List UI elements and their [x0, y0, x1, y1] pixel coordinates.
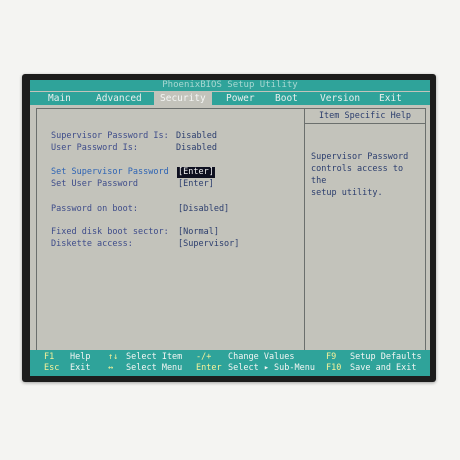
- key-legend-footer: F1 Help ↑↓ Select Item -/+ Change Values…: [30, 350, 430, 376]
- up-down-arrows-icon: ↑↓: [108, 352, 119, 362]
- menu-bar: Main Advanced Security Power Boot Versio…: [30, 92, 430, 105]
- tab-exit[interactable]: Exit: [379, 92, 402, 105]
- set-user-password-label[interactable]: Set User Password: [51, 179, 138, 190]
- password-on-boot-value[interactable]: [Disabled]: [178, 204, 229, 215]
- esc-key: Esc: [44, 363, 60, 373]
- f10-key: F10: [326, 363, 342, 373]
- updown-desc: Select Item: [126, 352, 183, 362]
- user-password-status-value: Disabled: [176, 143, 217, 153]
- leftright-desc: Select Menu: [126, 363, 183, 373]
- f1-desc: Help: [70, 352, 91, 362]
- plusminus-desc: Change Values: [228, 352, 295, 362]
- enter-key: Enter: [196, 363, 222, 373]
- f9-desc: Setup Defaults: [350, 352, 422, 362]
- enter-desc: Select ▸ Sub-Menu: [228, 363, 315, 373]
- tab-main[interactable]: Main: [48, 92, 71, 105]
- fixed-disk-boot-sector-value[interactable]: [Normal]: [178, 227, 219, 238]
- tab-power[interactable]: Power: [226, 92, 255, 105]
- tab-boot[interactable]: Boot: [275, 92, 298, 105]
- tab-security[interactable]: Security: [154, 92, 212, 105]
- password-on-boot-label[interactable]: Password on boot:: [51, 204, 138, 215]
- plus-minus-key: -/+: [196, 352, 212, 362]
- diskette-access-label[interactable]: Diskette access:: [51, 239, 133, 250]
- f1-key: F1: [44, 352, 55, 362]
- item-specific-help-text: Supervisor Password controls access to t…: [311, 152, 409, 198]
- bios-title: PhoenixBIOS Setup Utility: [30, 80, 430, 91]
- f10-desc: Save and Exit: [350, 363, 417, 373]
- tab-advanced[interactable]: Advanced: [96, 92, 142, 105]
- fixed-disk-boot-sector-label[interactable]: Fixed disk boot sector:: [51, 227, 169, 238]
- bios-screen: PhoenixBIOS Setup Utility Main Advanced …: [30, 80, 430, 376]
- supervisor-password-status-value: Disabled: [176, 131, 217, 141]
- left-right-arrows-icon: ↔: [108, 363, 114, 373]
- esc-desc: Exit: [70, 363, 91, 373]
- set-user-password-value[interactable]: [Enter]: [178, 179, 214, 190]
- set-supervisor-password-value[interactable]: [Enter]: [177, 167, 215, 178]
- settings-panel: Supervisor Password Is: Disabled User Pa…: [36, 108, 426, 352]
- set-supervisor-password-label[interactable]: Set Supervisor Password: [51, 167, 169, 178]
- diskette-access-value[interactable]: [Supervisor]: [178, 239, 239, 250]
- panel-divider: [304, 109, 305, 351]
- item-specific-help-heading: Item Specific Help: [305, 109, 425, 124]
- f9-key: F9: [326, 352, 337, 362]
- user-password-status-label: User Password Is:: [51, 143, 138, 153]
- tab-version[interactable]: Version: [320, 92, 360, 105]
- supervisor-password-status-label: Supervisor Password Is:: [51, 131, 169, 141]
